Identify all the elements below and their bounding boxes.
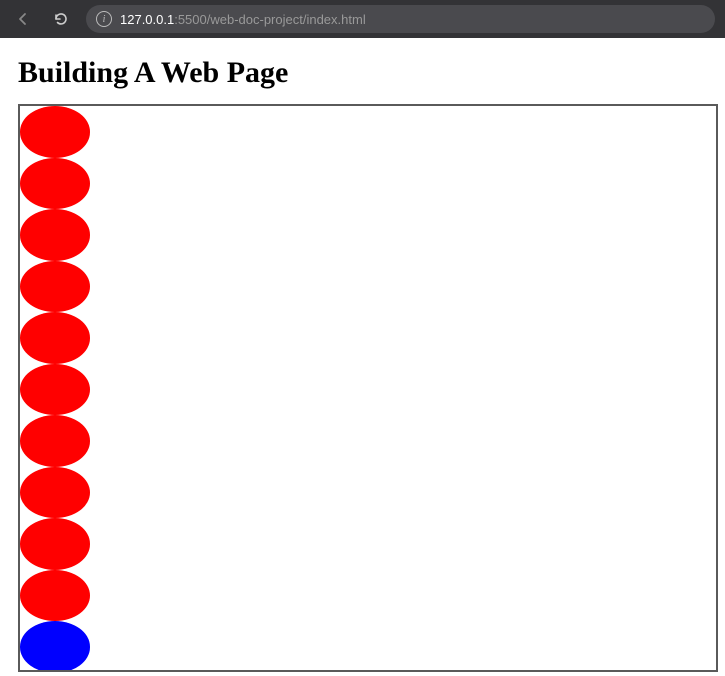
oval-shape <box>20 106 90 158</box>
address-bar[interactable]: i 127.0.0.1:5500/web-doc-project/index.h… <box>86 5 715 33</box>
browser-toolbar: i 127.0.0.1:5500/web-doc-project/index.h… <box>0 0 725 38</box>
oval-shape <box>20 518 90 570</box>
oval-shape <box>20 621 90 672</box>
oval-shape <box>20 209 90 261</box>
page-content: Building A Web Page <box>0 38 725 676</box>
site-info-icon[interactable]: i <box>96 11 112 27</box>
reload-icon <box>53 11 69 27</box>
url-text: 127.0.0.1:5500/web-doc-project/index.htm… <box>120 12 366 27</box>
shape-container <box>18 104 718 672</box>
url-host: 127.0.0.1 <box>120 12 174 27</box>
oval-shape <box>20 261 90 313</box>
back-button[interactable] <box>10 6 36 32</box>
oval-shape <box>20 467 90 519</box>
arrow-left-icon <box>15 11 31 27</box>
oval-shape <box>20 570 90 622</box>
oval-shape <box>20 364 90 416</box>
url-path: :5500/web-doc-project/index.html <box>174 12 366 27</box>
oval-shape <box>20 415 90 467</box>
page-title: Building A Web Page <box>18 56 713 90</box>
oval-shape <box>20 158 90 210</box>
oval-shape <box>20 312 90 364</box>
reload-button[interactable] <box>48 6 74 32</box>
